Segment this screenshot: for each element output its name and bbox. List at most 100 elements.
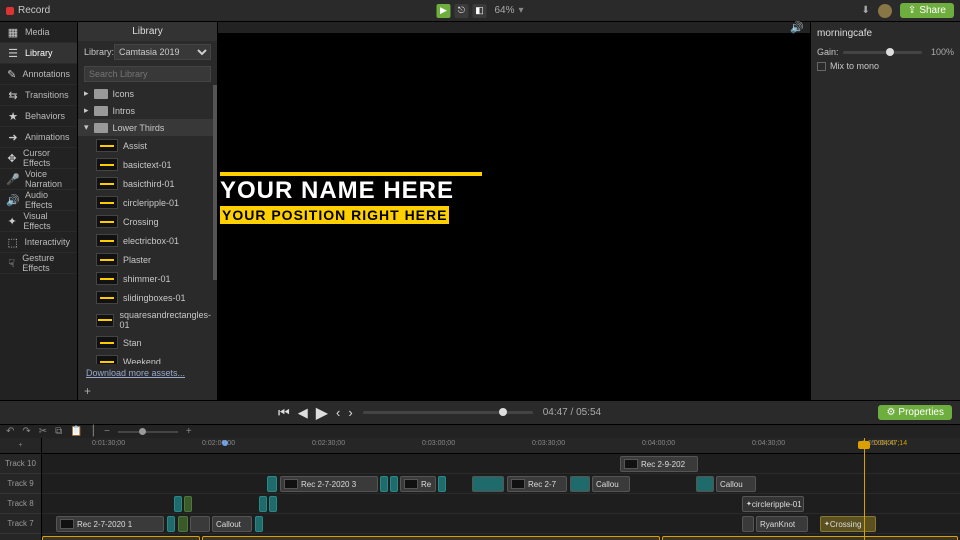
paste-button[interactable]: 📋 (70, 426, 82, 437)
clip[interactable]: Rec 2-7-2020 1 (56, 516, 164, 532)
sidebar-item-cursor-effects[interactable]: ✥Cursor Effects (0, 148, 77, 169)
clip[interactable] (255, 516, 263, 532)
library-folder-intros[interactable]: ▸Intros (78, 102, 217, 119)
sidebar-item-interactivity[interactable]: ⬚Interactivity (0, 232, 77, 253)
clip[interactable]: Callout (212, 516, 252, 532)
library-folder-icons[interactable]: ▸Icons (78, 85, 217, 102)
record-button[interactable]: Record (18, 5, 50, 16)
add-library-button[interactable]: + (78, 382, 217, 400)
library-asset[interactable]: Assist (78, 136, 217, 155)
track-6[interactable]: morningcafe morningcafe morningcafe (42, 534, 960, 540)
library-asset[interactable]: slidingboxes-01 (78, 288, 217, 307)
seek-slider[interactable] (363, 411, 533, 414)
slider-knob-icon[interactable] (886, 48, 894, 56)
sidebar-item-animations[interactable]: ➜Animations (0, 127, 77, 148)
split-button[interactable]: ⎮ (91, 426, 96, 437)
clip[interactable] (259, 496, 267, 512)
clip[interactable] (178, 516, 188, 532)
track-label[interactable]: Track 10 (0, 454, 41, 474)
zoom-in-button[interactable]: + (186, 426, 192, 437)
library-asset[interactable]: circleripple-01 (78, 193, 217, 212)
library-asset[interactable]: Weekend (78, 352, 217, 364)
prev-marker-button[interactable]: ‹ (336, 405, 340, 420)
sidebar-item-audio-effects[interactable]: 🔊Audio Effects (0, 190, 77, 211)
clip[interactable]: Callou (592, 476, 630, 492)
speaker-icon[interactable]: 🔊 (790, 21, 804, 34)
library-asset[interactable]: Stan (78, 333, 217, 352)
sidebar-item-transitions[interactable]: ⇆Transitions (0, 85, 77, 106)
track-label[interactable]: Track 7 (0, 514, 41, 534)
playhead[interactable]: 0:04:47;14 (864, 438, 865, 540)
zoom-out-button[interactable]: − (104, 426, 110, 437)
library-asset[interactable]: basictext-01 (78, 155, 217, 174)
sidebar-item-voice-narration[interactable]: 🎤Voice Narration (0, 169, 77, 190)
clip[interactable]: ✦Crossing (820, 516, 876, 532)
play-button[interactable]: ▶ (316, 403, 328, 423)
add-track-button[interactable]: + (0, 438, 41, 454)
track-9[interactable]: Rec 2-7-2020 3 Re Rec 2-7 Callou Callou (42, 474, 960, 494)
undo-button[interactable]: ↶ (6, 426, 14, 437)
library-folder-lower-thirds[interactable]: ▾Lower Thirds (78, 119, 217, 136)
clip[interactable]: Rec 2-7-2020 3 (280, 476, 378, 492)
clip[interactable] (167, 516, 175, 532)
library-scrollbar[interactable] (213, 85, 217, 280)
copy-button[interactable]: ⧉ (55, 426, 62, 437)
clip[interactable] (174, 496, 182, 512)
sidebar-item-gesture-effects[interactable]: ☟Gesture Effects (0, 253, 77, 274)
share-button[interactable]: ⇪ Share (900, 3, 954, 18)
clip[interactable]: Rec 2-9-202 (620, 456, 698, 472)
clip[interactable]: Callou (716, 476, 756, 492)
track-8[interactable]: ✦circleripple-01 (42, 494, 960, 514)
clip-selected[interactable]: morningcafe (202, 536, 660, 540)
clip[interactable] (438, 476, 446, 492)
clip[interactable]: Rec 2-7 (507, 476, 567, 492)
clip-group[interactable] (570, 476, 590, 492)
clip[interactable] (269, 496, 277, 512)
clip[interactable] (390, 476, 398, 492)
library-asset[interactable]: Plaster (78, 250, 217, 269)
sidebar-item-library[interactable]: ☰Library (0, 43, 77, 64)
clip[interactable]: ✦circleripple-01 (742, 496, 804, 512)
step-back-button[interactable]: ◀ (298, 405, 308, 421)
prev-frame-button[interactable]: ⏮ (278, 405, 290, 421)
clip-selected[interactable]: morningcafe (42, 536, 200, 540)
user-avatar[interactable] (878, 4, 892, 18)
track-label[interactable]: Track 6 (0, 534, 41, 540)
clip[interactable] (380, 476, 388, 492)
track-label[interactable]: Track 8 (0, 494, 41, 514)
clip[interactable]: Re (400, 476, 436, 492)
sidebar-item-media[interactable]: ▦Media (0, 22, 77, 43)
crop-tool-icon[interactable]: ◧ (472, 4, 486, 18)
clip-selected[interactable]: morningcafe (662, 536, 958, 540)
library-asset[interactable]: shimmer-01 (78, 269, 217, 288)
clip[interactable]: RyanKnot (756, 516, 808, 532)
slider-knob-icon[interactable] (139, 428, 146, 435)
library-asset[interactable]: electricbox-01 (78, 231, 217, 250)
track-10[interactable]: Rec 2-9-202 (42, 454, 960, 474)
clip[interactable] (267, 476, 277, 492)
canvas-zoom-value[interactable]: 64% (494, 5, 514, 16)
clip[interactable] (190, 516, 210, 532)
clip[interactable] (184, 496, 192, 512)
redo-button[interactable]: ↷ (22, 426, 30, 437)
mix-mono-checkbox[interactable] (817, 62, 826, 71)
preview-canvas[interactable]: YOUR NAME HERE YOUR POSITION RIGHT HERE (218, 34, 810, 400)
clip-group[interactable] (472, 476, 504, 492)
slider-knob-icon[interactable] (499, 408, 507, 416)
download-icon[interactable]: ⬇ (862, 5, 870, 16)
clip[interactable] (742, 516, 754, 532)
sidebar-item-visual-effects[interactable]: ✦Visual Effects (0, 211, 77, 232)
cut-button[interactable]: ✂ (39, 426, 47, 437)
zoom-dropdown-icon[interactable]: ▾ (518, 5, 523, 16)
library-search-input[interactable] (84, 66, 211, 82)
timeline-ruler[interactable]: 0:01:30;00 0:02:00;00 0:02:30;00 0:03:00… (42, 438, 960, 454)
track-label[interactable]: Track 9 (0, 474, 41, 494)
gain-slider[interactable] (843, 51, 922, 54)
track-7[interactable]: Rec 2-7-2020 1 Callout RyanKnot ✦Crossin… (42, 514, 960, 534)
library-asset[interactable]: squaresandrectangles-01 (78, 307, 217, 333)
next-marker-button[interactable]: › (348, 405, 352, 420)
play-tool-icon[interactable]: ▶ (436, 4, 450, 18)
magnet-tool-icon[interactable]: ⎋ (454, 4, 468, 18)
library-asset[interactable]: basicthird-01 (78, 174, 217, 193)
download-more-link[interactable]: Download more assets... (78, 364, 217, 382)
